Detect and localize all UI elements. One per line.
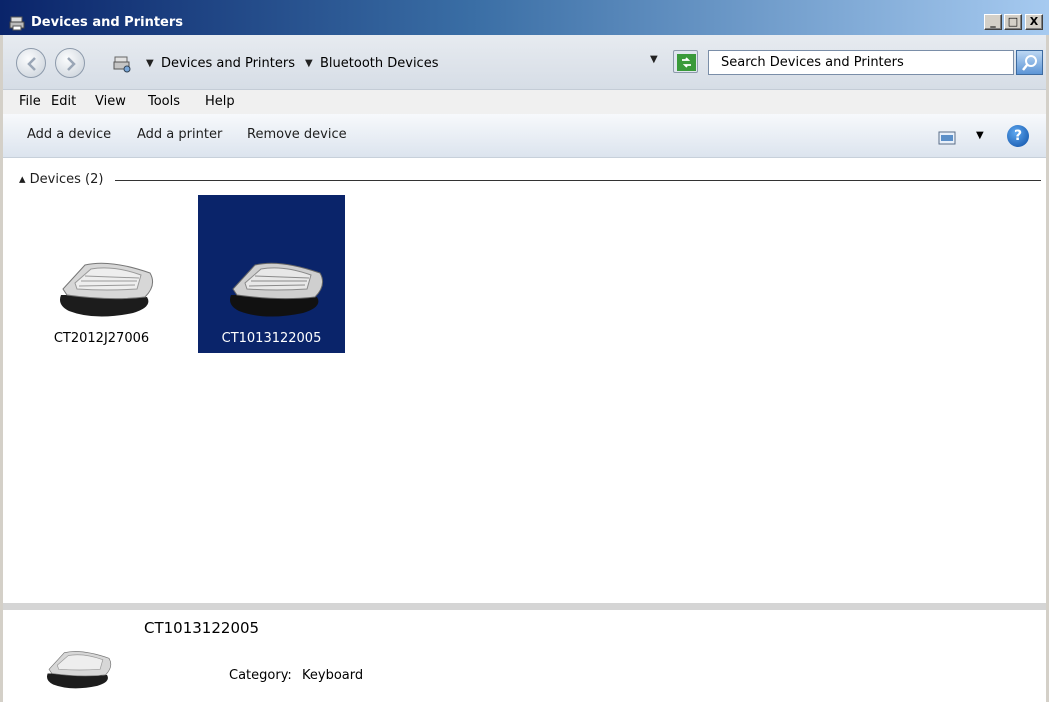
back-button[interactable] — [16, 48, 46, 78]
group-divider — [115, 180, 1041, 181]
help-icon[interactable]: ? — [1007, 125, 1029, 147]
device-item[interactable]: CT2012J27006 — [28, 195, 175, 353]
keyboard-icon — [60, 262, 154, 317]
view-options-dropdown[interactable]: ▼ — [976, 130, 984, 141]
forward-button[interactable] — [55, 48, 85, 78]
address-field[interactable]: ▼ Devices and Printers ▼ Bluetooth Devic… — [108, 51, 696, 77]
category-value: Keyboard — [302, 668, 364, 683]
devices-printers-icon — [112, 55, 132, 73]
device-item-selected[interactable]: CT1013122005 — [198, 195, 345, 353]
search-input[interactable]: Search Devices and Printers — [708, 50, 1014, 75]
chevron-down-icon[interactable]: ▼ — [146, 55, 154, 73]
chevron-down-icon[interactable]: ▼ — [305, 55, 313, 73]
minimize-button[interactable]: _ — [984, 14, 1002, 30]
add-printer-button[interactable]: Add a printer — [137, 126, 222, 144]
breadcrumb-bluetooth-devices[interactable]: Bluetooth Devices — [320, 55, 438, 73]
forward-icon — [67, 57, 76, 71]
window-frame-left — [0, 35, 3, 702]
group-header-label: Devices (2) — [29, 172, 104, 187]
maximize-button[interactable]: □ — [1004, 14, 1022, 30]
address-bar: ▼ Devices and Printers ▼ Bluetooth Devic… — [0, 35, 1049, 90]
menu-tools[interactable]: Tools — [148, 94, 180, 110]
details-pane: CT1013122005 Category: Keyboard — [0, 610, 1049, 702]
command-bar: Add a device Add a printer Remove device… — [0, 114, 1049, 158]
menu-view[interactable]: View — [95, 94, 126, 110]
device-name: CT1013122005 — [221, 331, 322, 346]
collapse-arrow-icon[interactable]: ▴ — [19, 172, 30, 187]
window-title: Devices and Printers — [31, 15, 184, 30]
details-pane-splitter[interactable] — [0, 603, 1049, 610]
view-icon[interactable] — [938, 131, 956, 145]
group-header-devices[interactable]: ▴ Devices (2) — [19, 172, 103, 188]
devices-printers-icon — [9, 15, 25, 31]
title-bar: Devices and Printers _ □ X — [0, 0, 1049, 35]
breadcrumb-devices-printers[interactable]: Devices and Printers — [161, 55, 295, 73]
close-button[interactable]: X — [1025, 14, 1043, 30]
menu-file[interactable]: File — [19, 94, 41, 110]
add-device-button[interactable]: Add a device — [27, 126, 111, 144]
refresh-button[interactable] — [673, 50, 698, 73]
remove-device-button[interactable]: Remove device — [247, 126, 347, 144]
refresh-icon — [677, 54, 696, 71]
keyboard-icon — [46, 651, 112, 689]
device-name: CT2012J27006 — [53, 331, 150, 346]
device-list: ▴ Devices (2) CT2012J27006 CT1013122005 — [0, 158, 1049, 603]
details-device-name: CT1013122005 — [144, 619, 260, 637]
back-icon — [27, 57, 36, 71]
menu-help[interactable]: Help — [205, 94, 235, 110]
keyboard-icon — [230, 262, 324, 317]
address-history-dropdown[interactable]: ▼ — [650, 54, 658, 65]
search-button[interactable] — [1016, 50, 1043, 75]
menu-edit[interactable]: Edit — [51, 94, 76, 110]
category-label: Category: — [229, 668, 292, 683]
menu-bar: File Edit View Tools Help — [0, 90, 1049, 114]
search-icon — [1022, 55, 1037, 71]
